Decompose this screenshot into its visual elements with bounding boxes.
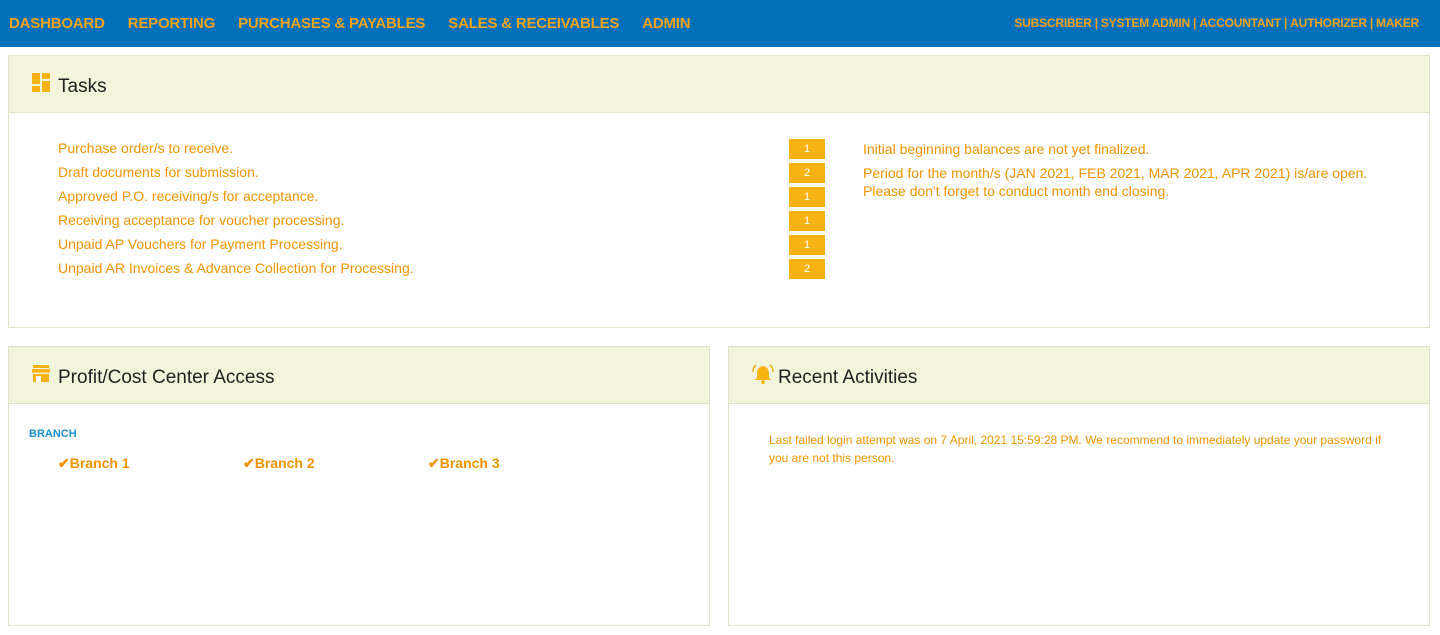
tasks-panel-header: Tasks [9,56,1429,113]
task-label[interactable]: Unpaid AR Invoices & Advance Collection … [58,260,414,276]
notice-open-periods: Period for the month/s (JAN 2021, FEB 20… [863,165,1368,199]
failed-login-message: Last failed login attempt was on 7 April… [769,433,1382,465]
notice-beginning-balances: Initial beginning balances are not yet f… [863,141,1150,157]
role-separator: | [1094,16,1098,30]
role-separator: | [1193,16,1197,30]
user-role-links: SUBSCRIBER | SYSTEM ADMIN | ACCOUNTANT | AUTHO… [1014,16,1419,30]
check-icon: ✔ [243,455,255,471]
task-label[interactable]: Purchase order/s to receive. [58,140,233,156]
main-menu: DASHBOARD REPORTING PURCHASES & PAYABLES… [0,0,704,47]
branch-label: Branch 3 [439,455,500,471]
task-row[interactable]: Unpaid AR Invoices & Advance Collection … [58,259,838,284]
task-row[interactable]: Approved P.O. receiving/s for acceptance… [58,187,838,212]
role-system-admin[interactable]: SYSTEM ADMIN [1101,16,1190,30]
tasks-title: Tasks [58,76,107,97]
check-icon: ✔ [428,455,440,471]
task-count-badge[interactable]: 2 [789,259,825,279]
role-subscriber[interactable]: SUBSCRIBER [1014,16,1092,30]
branch-label: Branch 1 [69,455,130,471]
task-label[interactable]: Receiving acceptance for voucher process… [58,212,344,228]
task-row[interactable]: Purchase order/s to receive. 1 [58,139,838,164]
branch-item[interactable]: ✔Branch 1 [58,455,130,472]
nav-purchases-payables[interactable]: PURCHASES & PAYABLES [238,15,425,32]
branch-item[interactable]: ✔Branch 3 [428,455,500,472]
role-accountant[interactable]: ACCOUNTANT [1199,16,1281,30]
profit-center-panel: Profit/Cost Center Access BRANCH ✔Branch… [8,346,710,626]
task-count-badge[interactable]: 1 [789,235,825,255]
task-label[interactable]: Unpaid AP Vouchers for Payment Processin… [58,236,343,252]
task-label[interactable]: Draft documents for submission. [58,164,259,180]
role-authorizer[interactable]: AUTHORIZER [1290,16,1367,30]
role-separator: | [1369,16,1373,30]
profit-center-panel-header: Profit/Cost Center Access [9,347,709,404]
nav-sales-receivables[interactable]: SALES & RECEIVABLES [448,15,619,32]
task-list: Purchase order/s to receive. 1 Draft doc… [58,139,838,284]
task-row[interactable]: Draft documents for submission. 2 [58,163,838,188]
task-row[interactable]: Unpaid AP Vouchers for Payment Processin… [58,235,838,260]
dashboard-grid-icon [32,73,52,93]
recent-activities-title: Recent Activities [778,367,918,388]
top-navigation-bar: DASHBOARD REPORTING PURCHASES & PAYABLES… [0,0,1440,47]
branch-item[interactable]: ✔Branch 2 [243,455,315,472]
nav-dashboard[interactable]: DASHBOARD [9,15,105,32]
nav-reporting[interactable]: REPORTING [128,15,216,32]
profit-center-title: Profit/Cost Center Access [58,367,275,388]
role-separator: | [1283,16,1288,30]
recent-activities-panel: Recent Activities Last failed login atte… [728,346,1430,626]
role-maker[interactable]: MAKER [1376,16,1419,30]
task-count-badge[interactable]: 1 [789,139,825,159]
branch-heading: BRANCH [29,428,77,440]
bell-icon [752,364,774,384]
tasks-panel: Tasks Purchase order/s to receive. 1 Dra… [8,55,1430,328]
branch-label: Branch 2 [254,455,315,471]
task-count-badge[interactable]: 2 [789,163,825,183]
task-notices: Initial beginning balances are not yet f… [863,140,1403,206]
check-icon: ✔ [58,455,70,471]
nav-admin[interactable]: ADMIN [642,15,690,32]
task-count-badge[interactable]: 1 [789,187,825,207]
task-row[interactable]: Receiving acceptance for voucher process… [58,211,838,236]
store-icon [32,364,52,384]
task-label[interactable]: Approved P.O. receiving/s for acceptance… [58,188,318,204]
task-count-badge[interactable]: 1 [789,211,825,231]
recent-activities-panel-header: Recent Activities [729,347,1429,404]
